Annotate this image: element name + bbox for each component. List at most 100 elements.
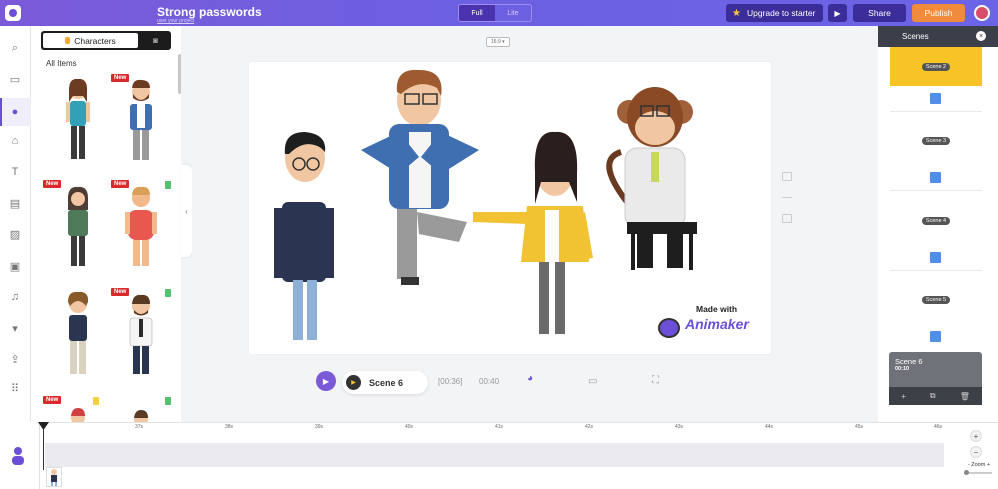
tick-label: 41s xyxy=(495,424,504,430)
tick-label: 45s xyxy=(855,424,864,430)
music-icon[interactable]: ♫ xyxy=(8,290,22,304)
track-character-thumb[interactable] xyxy=(46,467,62,487)
tick-label: 43s xyxy=(675,424,684,430)
watermark-brand: Animaker xyxy=(685,316,749,332)
character-card[interactable]: New xyxy=(43,396,103,422)
chevron-left-icon: ‹ xyxy=(185,206,188,216)
character-icon[interactable]: ● xyxy=(8,105,22,119)
aspect-ratio-dropdown[interactable]: 16:9 ▾ xyxy=(486,37,510,47)
arrow-icon[interactable] xyxy=(782,197,792,198)
publish-button[interactable]: Publish xyxy=(912,4,965,22)
share-button[interactable]: Share xyxy=(853,4,906,22)
comment-icon[interactable] xyxy=(782,172,792,181)
delete-icon[interactable]: 🗑 xyxy=(960,392,970,401)
scenes-header: Scenes × xyxy=(878,26,998,47)
divider xyxy=(890,111,982,112)
user-avatar[interactable] xyxy=(974,5,990,21)
star-icon: ★ xyxy=(732,7,741,19)
upgrade-button[interactable]: ★ Upgrade to starter xyxy=(726,4,823,22)
add-scene-button[interactable] xyxy=(930,252,941,263)
add-scene-button[interactable] xyxy=(930,172,941,183)
character-track-icon[interactable] xyxy=(10,445,26,465)
character-card[interactable]: New xyxy=(111,288,171,394)
character-card[interactable] xyxy=(48,288,108,394)
left-rail: ⌕ ▭ ● ⌂ T ▤ ▨ ▣ ♫ ▾ ⇪ ⠿ xyxy=(0,26,31,422)
mode-toggle: Full Lite xyxy=(458,4,532,22)
folder-icon[interactable]: ▭ xyxy=(8,72,22,86)
new-badge: New xyxy=(43,396,62,404)
character-card[interactable] xyxy=(111,396,171,422)
zoom-out-button[interactable]: − xyxy=(970,446,982,458)
character-man-yoga xyxy=(361,69,479,285)
text-icon[interactable]: T xyxy=(8,165,22,179)
tick-label: 37s xyxy=(135,424,144,430)
playhead-line[interactable] xyxy=(43,424,44,470)
timeline-ruler[interactable]: 37s 38s 39s 40s 41s 42s 43s 44s 45s 46s xyxy=(44,422,944,434)
flag-icon xyxy=(165,289,171,297)
subtitle-icon[interactable]: ▭ xyxy=(588,376,597,387)
play-icon: ▶ xyxy=(834,8,841,18)
current-scene-label: Scene 6 xyxy=(369,377,404,388)
total-time: 00:40 xyxy=(479,377,500,386)
character-woman-yellow xyxy=(473,131,593,334)
character-card[interactable] xyxy=(48,74,108,180)
scene-card[interactable]: Scene 2 xyxy=(890,47,982,86)
character-card[interactable]: New xyxy=(43,180,103,286)
image-icon[interactable]: ▨ xyxy=(8,227,22,241)
character-partial xyxy=(134,410,148,422)
app-logo[interactable] xyxy=(0,0,26,26)
duplicate-icon[interactable]: ⧉ xyxy=(930,391,936,401)
play-scene-button[interactable]: ▶ xyxy=(316,371,336,391)
add-icon[interactable]: + xyxy=(901,392,906,401)
library-panel: Characters ◙ All Items New New New New N… xyxy=(31,26,181,422)
copy-icon[interactable] xyxy=(782,214,792,223)
new-badge: New xyxy=(111,180,130,188)
divider xyxy=(890,270,982,271)
search-icon[interactable]: ⌕ xyxy=(8,41,22,55)
upgrade-label: Upgrade to starter xyxy=(746,8,816,18)
number-icon[interactable]: ▤ xyxy=(8,196,22,210)
project-title[interactable]: Strong passwords xyxy=(157,5,262,19)
character-add-icon[interactable]: ◕ xyxy=(527,373,533,384)
scene-card[interactable]: Scene 5 xyxy=(890,280,982,319)
add-scene-button[interactable] xyxy=(930,331,941,342)
mode-full-button[interactable]: Full xyxy=(459,5,495,21)
collapse-panel-button[interactable]: ‹ xyxy=(181,165,192,257)
active-scene-name: Scene 6 xyxy=(895,357,923,366)
fullscreen-icon[interactable]: ⛶ xyxy=(652,375,659,386)
preview-play-button[interactable]: ▶ xyxy=(828,4,847,22)
tab-characters[interactable]: Characters xyxy=(43,33,138,48)
character-track[interactable] xyxy=(45,443,944,467)
mode-lite-button[interactable]: Lite xyxy=(495,5,531,21)
zoom-slider[interactable] xyxy=(964,470,992,475)
flag-icon xyxy=(93,397,99,405)
tick-label: 46s xyxy=(934,424,943,430)
character-tab-icon xyxy=(65,37,71,44)
scene-card[interactable]: Scene 4 xyxy=(890,201,982,240)
library-scrollbar[interactable] xyxy=(178,54,181,94)
project-subtitle[interactable]: user your project xyxy=(157,18,194,24)
tab-custom-character[interactable]: ◙ xyxy=(140,31,171,50)
character-woman-camo xyxy=(68,186,88,266)
tick-label: 38s xyxy=(225,424,234,430)
video-icon[interactable]: ▣ xyxy=(8,259,22,273)
props-icon[interactable]: ⌂ xyxy=(8,134,22,148)
scene-card[interactable]: Scene 3 xyxy=(890,121,982,160)
canvas-side-tools xyxy=(782,172,794,239)
apps-grid-icon[interactable]: ⠿ xyxy=(8,381,22,395)
character-card[interactable]: New xyxy=(111,180,171,286)
character-card[interactable]: New xyxy=(111,74,171,180)
add-scene-button[interactable] xyxy=(930,93,941,104)
tick-label: 42s xyxy=(585,424,594,430)
close-icon[interactable]: × xyxy=(976,31,986,41)
zoom-slider-handle[interactable] xyxy=(964,470,969,475)
character-man-red-tank xyxy=(125,186,157,266)
zoom-label: - Zoom + xyxy=(967,462,991,468)
character-man-tie xyxy=(129,294,153,374)
upload-icon[interactable]: ⇪ xyxy=(8,352,22,366)
upload-bar-icon[interactable]: ▾ xyxy=(8,321,22,335)
zoom-in-button[interactable]: + xyxy=(970,430,982,442)
flag-icon xyxy=(165,397,171,405)
scene-selector[interactable]: ▶ Scene 6 xyxy=(342,371,428,394)
animaker-watermark: Made with Animaker xyxy=(658,304,754,340)
